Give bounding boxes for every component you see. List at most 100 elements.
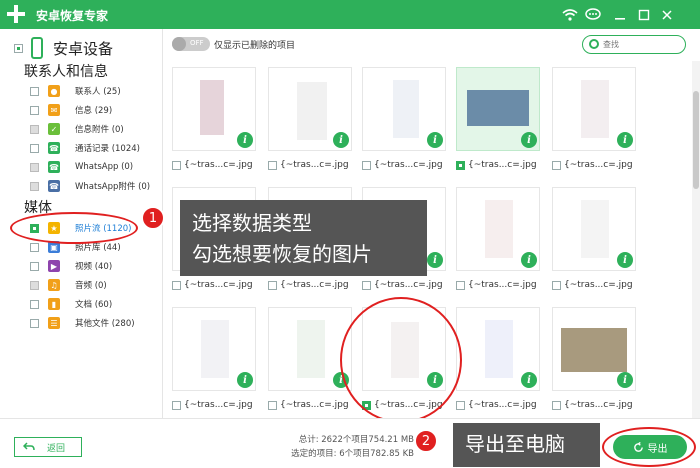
show-deleted-toggle[interactable]: OFF: [172, 37, 210, 51]
info-icon[interactable]: i: [427, 252, 443, 268]
file-checkbox[interactable]: [456, 160, 465, 170]
sidebar-item-whatsapp-attachments[interactable]: ☎ WhatsApp附件 (0): [30, 177, 150, 195]
minimize-icon[interactable]: [610, 5, 630, 25]
file-checkbox[interactable]: [456, 280, 465, 290]
file-name: {~tras...c=.jpg: [280, 280, 349, 290]
sidebar-item-messages[interactable]: ✉ 信息 (29): [30, 101, 112, 119]
toggle-state: OFF: [190, 39, 204, 47]
sidebar-item-other-files[interactable]: ☰ 其他文件 (280): [30, 314, 135, 332]
image-preview: [200, 80, 224, 135]
image-thumbnail[interactable]: i: [456, 187, 540, 271]
info-icon[interactable]: i: [521, 252, 537, 268]
search-input[interactable]: [603, 38, 681, 51]
messages-icon: ✉: [48, 104, 60, 116]
annotation-ellipse-photo-stream: [10, 212, 138, 244]
checkbox: [30, 162, 39, 172]
wifi-icon[interactable]: [560, 5, 580, 25]
file-checkbox[interactable]: [172, 160, 181, 170]
file-icon: ☰: [48, 317, 60, 329]
checkbox[interactable]: [30, 242, 39, 252]
image-thumbnail[interactable]: i: [456, 67, 540, 151]
close-icon[interactable]: [657, 5, 677, 25]
file-checkbox[interactable]: [172, 280, 181, 290]
contacts-section-title: 联系人和信息: [24, 64, 108, 80]
file-caption[interactable]: {~tras...c=.jpg: [172, 398, 253, 412]
file-checkbox[interactable]: [362, 160, 371, 170]
file-caption[interactable]: {~tras...c=.jpg: [456, 278, 537, 292]
info-icon[interactable]: i: [617, 132, 633, 148]
sidebar-item-video[interactable]: ▶ 视频 (40): [30, 257, 112, 275]
file-checkbox[interactable]: [172, 400, 181, 410]
info-icon[interactable]: i: [237, 132, 253, 148]
info-icon[interactable]: i: [333, 132, 349, 148]
annotation-step1-line2: 勾选想要恢复的图片: [192, 242, 372, 266]
toggle-knob: [172, 37, 186, 51]
maximize-icon[interactable]: [634, 5, 654, 25]
sidebar-item-contacts[interactable]: ● 联系人 (25): [30, 82, 121, 100]
checkbox[interactable]: [30, 143, 39, 153]
file-caption[interactable]: {~tras...c=.jpg: [456, 398, 537, 412]
call-log-icon: ☎: [48, 142, 60, 154]
file-caption[interactable]: {~tras...c=.jpg: [268, 398, 349, 412]
back-button[interactable]: 返回: [14, 437, 82, 457]
file-checkbox[interactable]: [362, 280, 371, 290]
scrollbar-thumb[interactable]: [693, 91, 699, 189]
image-thumbnail[interactable]: i: [456, 307, 540, 391]
file-caption[interactable]: {~tras...c=.jpg: [552, 278, 633, 292]
sidebar-item-documents[interactable]: ▮ 文档 (60): [30, 295, 112, 313]
sidebar-item-audio[interactable]: ♫ 音频 (0): [30, 276, 107, 294]
vertical-scrollbar[interactable]: [692, 61, 700, 418]
file-checkbox[interactable]: [552, 160, 561, 170]
checkbox[interactable]: [30, 105, 39, 115]
sidebar-item-call-log[interactable]: ☎ 通话记录 (1024): [30, 139, 140, 157]
checkbox[interactable]: [30, 86, 39, 96]
device-row[interactable]: 安卓设备: [14, 35, 113, 61]
image-preview: [393, 80, 419, 138]
file-name: {~tras...c=.jpg: [468, 160, 537, 170]
file-checkbox[interactable]: [268, 160, 277, 170]
device-label: 安卓设备: [53, 39, 114, 58]
file-name: {~tras...c=.jpg: [468, 280, 537, 290]
file-name: {~tras...c=.jpg: [184, 160, 253, 170]
file-checkbox[interactable]: [552, 400, 561, 410]
file-caption[interactable]: {~tras...c=.jpg: [172, 158, 253, 172]
info-icon[interactable]: i: [521, 132, 537, 148]
image-thumbnail[interactable]: i: [362, 67, 446, 151]
file-caption[interactable]: {~tras...c=.jpg: [172, 278, 253, 292]
info-icon[interactable]: i: [617, 252, 633, 268]
file-checkbox[interactable]: [268, 280, 277, 290]
info-icon[interactable]: i: [617, 372, 633, 388]
info-icon[interactable]: i: [427, 132, 443, 148]
file-caption[interactable]: {~tras...c=.jpg: [552, 398, 633, 412]
file-caption[interactable]: {~tras...c=.jpg: [362, 158, 443, 172]
image-thumbnail[interactable]: i: [552, 67, 636, 151]
export-button[interactable]: 导出: [613, 435, 687, 459]
image-thumbnail[interactable]: i: [172, 307, 256, 391]
title-bar: 安卓恢复专家: [0, 0, 700, 29]
file-checkbox[interactable]: [552, 280, 561, 290]
image-thumbnail[interactable]: i: [268, 307, 352, 391]
info-icon[interactable]: i: [237, 372, 253, 388]
file-caption[interactable]: {~tras...c=.jpg: [552, 158, 633, 172]
checkbox[interactable]: [30, 318, 39, 328]
info-icon[interactable]: i: [521, 372, 537, 388]
search-box[interactable]: [582, 35, 686, 54]
file-checkbox[interactable]: [456, 400, 465, 410]
file-caption[interactable]: {~tras...c=.jpg: [268, 158, 349, 172]
sidebar-item-whatsapp[interactable]: ☎ WhatsApp (0): [30, 158, 133, 176]
file-caption[interactable]: {~tras...c=.jpg: [268, 278, 349, 292]
file-checkbox[interactable]: [268, 400, 277, 410]
checkbox[interactable]: [30, 299, 39, 309]
checkbox[interactable]: [30, 261, 39, 271]
file-name: {~tras...c=.jpg: [564, 280, 633, 290]
image-thumbnail[interactable]: i: [268, 67, 352, 151]
file-caption[interactable]: {~tras...c=.jpg: [362, 278, 443, 292]
image-thumbnail[interactable]: i: [552, 307, 636, 391]
file-caption[interactable]: {~tras...c=.jpg: [456, 158, 537, 172]
image-thumbnail[interactable]: i: [552, 187, 636, 271]
back-button-label: 返回: [47, 443, 66, 454]
image-thumbnail[interactable]: i: [172, 67, 256, 151]
sidebar-item-message-attachments[interactable]: ✓ 信息附件 (0): [30, 120, 124, 138]
device-checkbox[interactable]: [14, 43, 23, 53]
chat-icon[interactable]: [583, 5, 603, 25]
